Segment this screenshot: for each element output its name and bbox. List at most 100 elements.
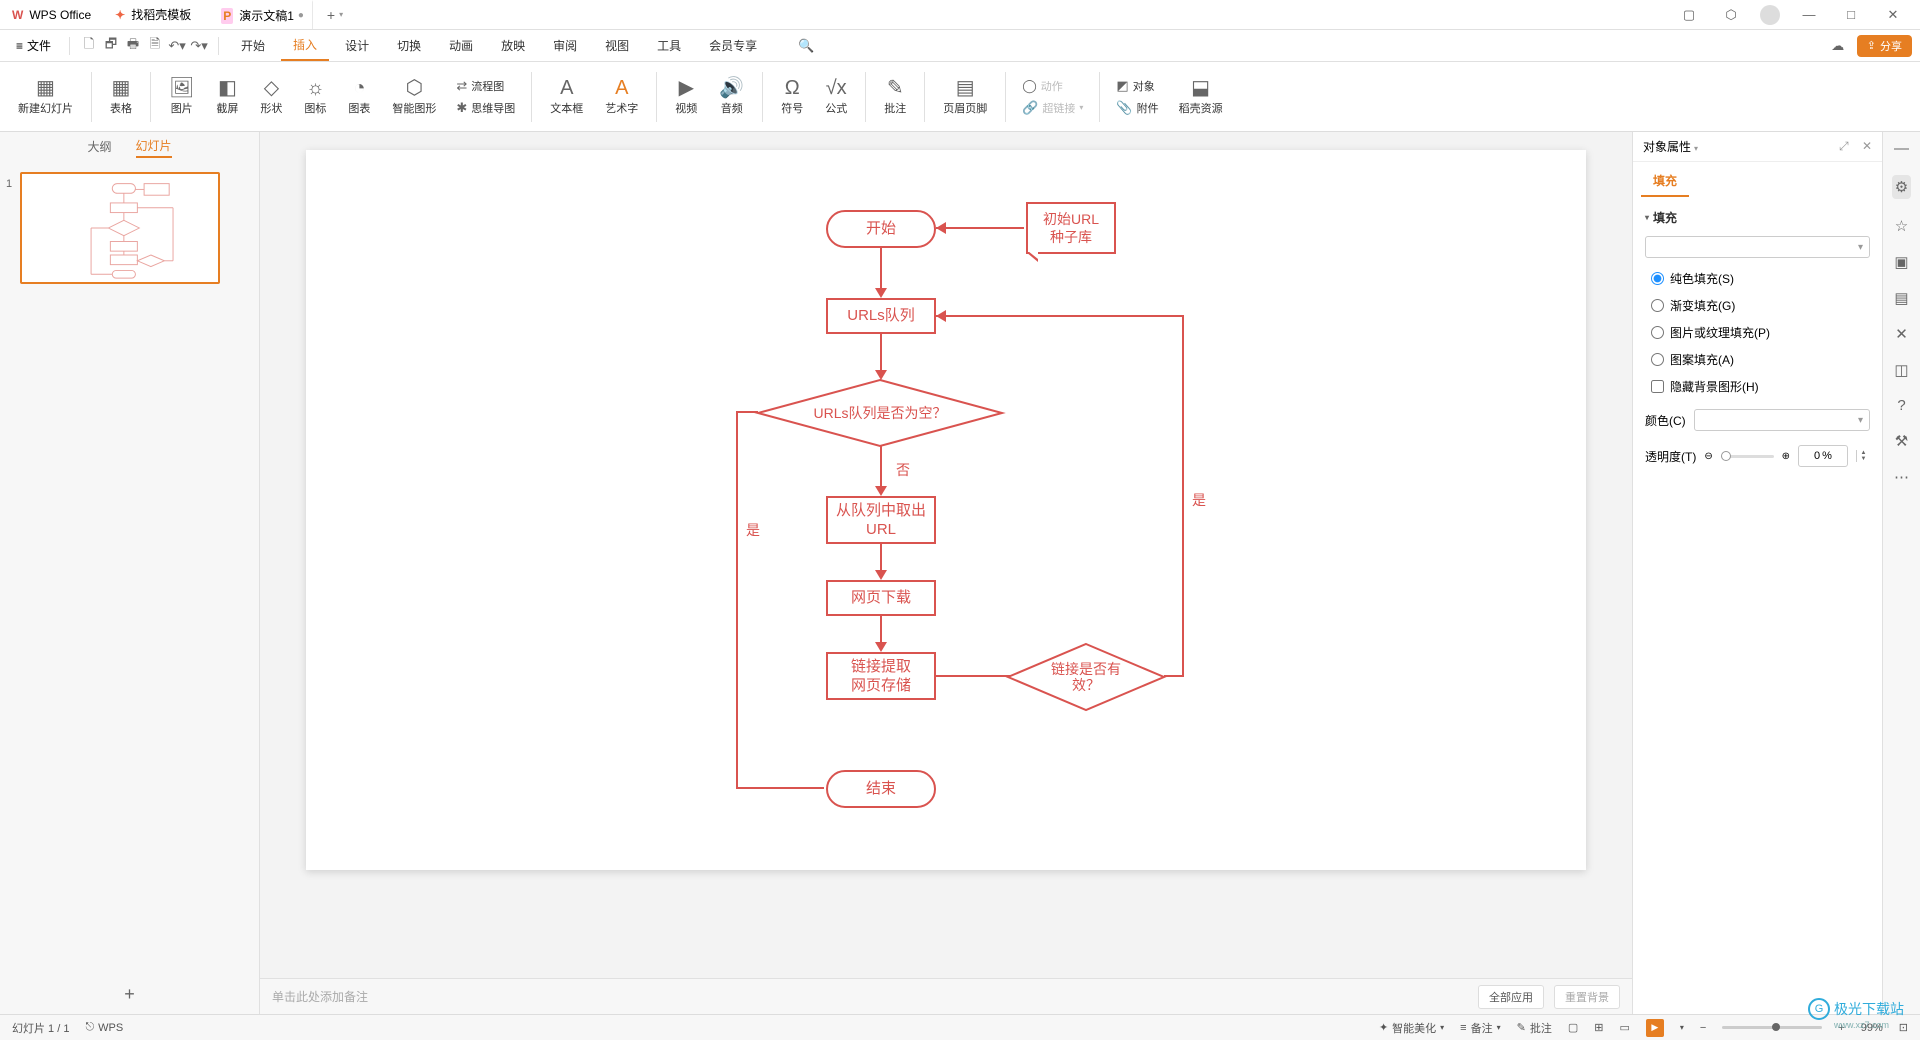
mindmap-button[interactable]: ✱思维导图 [456, 100, 515, 116]
close-button[interactable]: ✕ [1880, 7, 1906, 23]
pin-icon[interactable]: ⤢ [1839, 139, 1849, 153]
slideshow-button[interactable]: ▶ [1646, 1019, 1664, 1037]
undo-icon[interactable]: ↶▾ [168, 38, 186, 54]
tab-slides[interactable]: 幻灯片 [136, 137, 172, 158]
print-icon[interactable]: 🖶 [124, 35, 142, 57]
object-button[interactable]: ◩对象 [1116, 78, 1158, 94]
insert-audio[interactable]: 🔊音频 [711, 78, 752, 116]
zoom-slider[interactable] [1722, 1026, 1822, 1029]
flow-queue[interactable]: URLs队列 [826, 298, 936, 334]
menu-vip[interactable]: 会员专享 [697, 30, 769, 61]
menu-animation[interactable]: 动画 [437, 30, 485, 61]
flow-seed[interactable]: 初始URL种子库 [1026, 202, 1116, 254]
wordart[interactable]: A艺术字 [597, 78, 646, 116]
transparency-slider[interactable] [1721, 455, 1774, 458]
add-slide-button[interactable]: + [0, 974, 259, 1014]
menu-view[interactable]: 视图 [593, 30, 641, 61]
reset-bg-button[interactable]: 重置背景 [1554, 985, 1620, 1009]
settings-icon[interactable]: ⚒ [1895, 432, 1908, 450]
insert-symbol[interactable]: Ω符号 [773, 78, 811, 116]
smartart[interactable]: ⬡智能图形 [384, 78, 444, 116]
tab-fill[interactable]: 填充 [1641, 162, 1689, 197]
insert-shape[interactable]: ◇形状 [252, 78, 290, 116]
fit-button[interactable]: ⊡ [1899, 1021, 1908, 1034]
help-icon[interactable]: ? [1897, 397, 1905, 414]
insert-video[interactable]: ▶视频 [667, 78, 705, 116]
fill-hidebg[interactable]: 隐藏背景图形(H) [1651, 378, 1870, 395]
insert-picture[interactable]: 🖼图片 [161, 78, 202, 116]
spinner[interactable]: ▲▼ [1856, 450, 1870, 462]
radio-gradient[interactable] [1651, 299, 1664, 312]
fill-picture[interactable]: 图片或纹理填充(P) [1651, 324, 1870, 341]
preview-icon[interactable]: 🗎 [146, 35, 164, 57]
view-reading[interactable]: ▭ [1619, 1021, 1629, 1034]
fill-section-title[interactable]: 填充 [1645, 209, 1870, 226]
insert-icon[interactable]: ☼图标 [296, 78, 334, 116]
flow-dequeue[interactable]: 从队列中取出URL [826, 496, 936, 544]
insert-chart[interactable]: ◔图表 [340, 78, 378, 116]
attachment-button[interactable]: 📎附件 [1116, 100, 1158, 116]
fill-dropdown[interactable]: ▾ [1645, 236, 1870, 258]
cloud-icon[interactable]: ☁ [1829, 38, 1847, 54]
radio-picture[interactable] [1651, 326, 1664, 339]
close-panel-icon[interactable]: ✕ [1862, 139, 1872, 153]
comments-button[interactable]: ✎批注 [1517, 1020, 1552, 1036]
export-icon[interactable]: 🗗 [102, 35, 120, 57]
flow-download[interactable]: 网页下载 [826, 580, 936, 616]
avatar[interactable] [1760, 5, 1780, 25]
new-slide[interactable]: ▦新建幻灯片 [10, 78, 81, 116]
more-icon[interactable]: ⋯ [1894, 468, 1909, 486]
menu-transition[interactable]: 切换 [385, 30, 433, 61]
flow-start[interactable]: 开始 [826, 210, 936, 248]
maximize-button[interactable]: □ [1838, 7, 1864, 22]
fill-gradient[interactable]: 渐变填充(G) [1651, 297, 1870, 314]
add-tab-button[interactable]: + ▾ [313, 7, 357, 23]
flow-end[interactable]: 结束 [826, 770, 936, 808]
tab-find-template[interactable]: ✦ 找稻壳模板 [103, 0, 203, 29]
insert-comment[interactable]: ✎批注 [876, 78, 914, 116]
slide-thumbnail-1[interactable]: 1 [20, 172, 239, 284]
header-footer[interactable]: ▤页眉页脚 [935, 78, 995, 116]
cube-icon[interactable]: ⬡ [1718, 7, 1744, 23]
save-icon[interactable]: 🗋 [80, 35, 98, 57]
radio-pattern[interactable] [1651, 353, 1664, 366]
screenshot[interactable]: ◧截屏 [208, 78, 246, 116]
flow-decision-valid[interactable]: 链接是否有 效？ [1006, 642, 1166, 712]
fill-solid[interactable]: 纯色填充(S) [1651, 270, 1870, 287]
tools-icon[interactable]: ✕ [1895, 325, 1908, 343]
transparency-input[interactable]: 0 % [1798, 445, 1848, 467]
flowchart-button[interactable]: ⇄流程图 [456, 78, 515, 94]
insert-formula[interactable]: √x公式 [817, 78, 855, 116]
notes-button[interactable]: ≡备注▾ [1460, 1020, 1500, 1036]
chevron-down-icon[interactable]: ▾ [1694, 144, 1698, 153]
minimize-button[interactable]: — [1796, 7, 1822, 22]
tab-document[interactable]: P 演示文稿1 ● [203, 0, 313, 29]
beautify-button[interactable]: ✦智能美化▾ [1379, 1020, 1444, 1036]
menu-tools[interactable]: 工具 [645, 30, 693, 61]
color-picker[interactable]: ▾ [1694, 409, 1870, 431]
menu-review[interactable]: 审阅 [541, 30, 589, 61]
radio-solid[interactable] [1651, 272, 1664, 285]
flow-extract[interactable]: 链接提取网页存储 [826, 652, 936, 700]
menu-design[interactable]: 设计 [333, 30, 381, 61]
menu-insert[interactable]: 插入 [281, 30, 329, 61]
checkbox-hidebg[interactable] [1651, 380, 1664, 393]
tab-wps-office[interactable]: W WPS Office [0, 0, 103, 29]
slide-canvas[interactable]: 开始 初始URL种子库 URLs队列 URLs队列是否为空？ 否 [306, 150, 1586, 870]
properties-icon[interactable]: ⚙ [1892, 175, 1911, 199]
star-icon[interactable]: ☆ [1895, 217, 1908, 235]
fill-pattern[interactable]: 图案填充(A) [1651, 351, 1870, 368]
share-button[interactable]: ⇪ 分享 [1857, 35, 1912, 57]
layout-icon[interactable]: ▤ [1894, 289, 1908, 307]
redo-icon[interactable]: ↷▾ [190, 38, 208, 54]
search-icon[interactable]: 🔍 [797, 38, 815, 54]
apply-all-button[interactable]: 全部应用 [1478, 985, 1544, 1009]
textbox[interactable]: A文本框 [542, 78, 591, 116]
file-menu[interactable]: ≡ 文件 [8, 37, 59, 54]
collapse-icon[interactable]: — [1894, 140, 1909, 157]
layout-icon[interactable]: ▢ [1676, 7, 1702, 23]
menu-slideshow[interactable]: 放映 [489, 30, 537, 61]
insert-table[interactable]: ▦表格 [102, 78, 140, 116]
slides-icon[interactable]: ▣ [1894, 253, 1908, 271]
crop-icon[interactable]: ◫ [1894, 361, 1908, 379]
